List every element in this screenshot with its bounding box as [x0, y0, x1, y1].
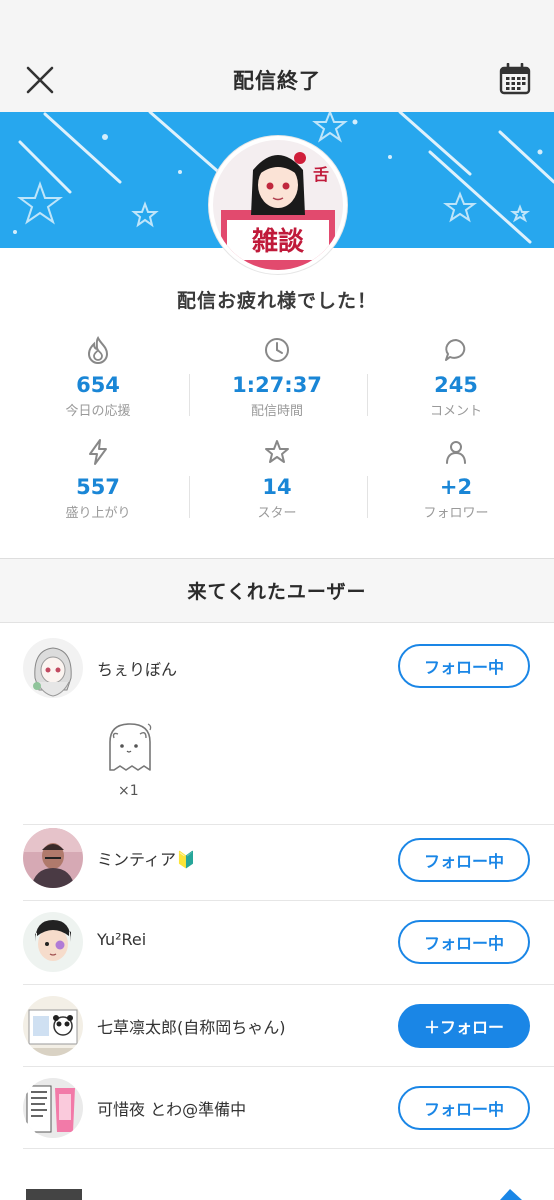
- visitor-name: ちぇりぼん: [97, 660, 178, 679]
- visitor-name: 七草凛太郎(自称岡ちゃん): [97, 1018, 286, 1037]
- stat-label: 配信時間: [250, 404, 303, 419]
- stat-value: 557: [76, 475, 120, 499]
- stat-value: 245: [434, 373, 478, 397]
- close-icon[interactable]: [22, 62, 58, 98]
- stat-label: スター: [257, 506, 297, 521]
- stat-followers: +2 フォロワー: [364, 436, 548, 526]
- clock-icon: [185, 334, 369, 366]
- calendar-icon[interactable]: [496, 60, 534, 98]
- following-button[interactable]: フォロー中: [398, 838, 530, 882]
- visitor-row[interactable]: 七草凛太郎(自称岡ちゃん) ＋フォロー: [0, 986, 554, 1068]
- stat-support: 654 今日の応援: [6, 334, 190, 424]
- stat-label: フォロワー: [423, 506, 489, 521]
- visitor-row[interactable]: Yu²Rei フォロー中: [0, 902, 554, 984]
- following-button[interactable]: フォロー中: [398, 920, 530, 964]
- svg-text:雑談: 雑談: [251, 226, 305, 257]
- divider: [23, 1148, 554, 1149]
- section-title: 来てくれたユーザー: [187, 581, 367, 603]
- avatar[interactable]: [23, 912, 83, 972]
- thanks-message: 配信お疲れ様でした！: [176, 290, 377, 312]
- lightning-icon: [6, 436, 190, 468]
- visitor-row[interactable]: ミンティア🔰 フォロー中: [0, 818, 554, 900]
- visitors-section-header: 来てくれたユーザー: [0, 559, 554, 623]
- svg-text:舌: 舌: [313, 165, 329, 184]
- visitor-row[interactable]: ちぇりぼん フォロー中: [0, 628, 554, 710]
- star-icon: [185, 436, 369, 468]
- visitor-name: Yu²Rei: [97, 930, 147, 949]
- stats-grid: 654 今日の応援 1:27:37 配信時間 245 コメント 557 盛り上が…: [0, 330, 554, 530]
- stat-value: +2: [439, 475, 473, 499]
- follow-button[interactable]: ＋フォロー: [398, 1004, 530, 1048]
- visitor-row[interactable]: 可惜夜 とわ@準備中 フォロー中: [0, 1068, 554, 1150]
- stat-stars: 14 スター: [185, 436, 369, 526]
- header: 配信終了: [0, 48, 554, 112]
- stat-duration: 1:27:37 配信時間: [185, 334, 369, 424]
- stat-excitement: 557 盛り上がり: [6, 436, 190, 526]
- stat-value: 654: [76, 373, 120, 397]
- ghost-gift-icon: [100, 716, 160, 776]
- visitor-name: 可惜夜 とわ@準備中: [97, 1100, 247, 1119]
- divider: [23, 900, 554, 901]
- visitor-name: ミンティア🔰: [97, 850, 196, 869]
- stat-label: 盛り上がり: [65, 506, 131, 521]
- avatar[interactable]: [23, 996, 83, 1056]
- streamer-avatar: 雑談 舌: [209, 136, 347, 274]
- avatar[interactable]: [23, 1078, 83, 1138]
- stat-label: コメント: [429, 404, 482, 419]
- comment-icon: [364, 334, 548, 366]
- avatar[interactable]: [23, 828, 83, 888]
- flame-icon: [6, 334, 190, 366]
- stat-value: 1:27:37: [232, 373, 322, 397]
- stat-comments: 245 コメント: [364, 334, 548, 424]
- stat-label: 今日の応援: [65, 404, 131, 419]
- person-icon: [364, 436, 548, 468]
- following-button[interactable]: フォロー中: [398, 644, 530, 688]
- divider: [23, 984, 554, 985]
- visitor-row-partial: [0, 1165, 554, 1200]
- status-bar: [0, 0, 554, 48]
- following-button[interactable]: フォロー中: [398, 1086, 530, 1130]
- avatar[interactable]: [23, 638, 83, 698]
- stat-value: 14: [262, 475, 292, 499]
- gift-count: ×1: [118, 783, 139, 799]
- page-title: 配信終了: [233, 69, 321, 93]
- divider: [23, 1066, 554, 1067]
